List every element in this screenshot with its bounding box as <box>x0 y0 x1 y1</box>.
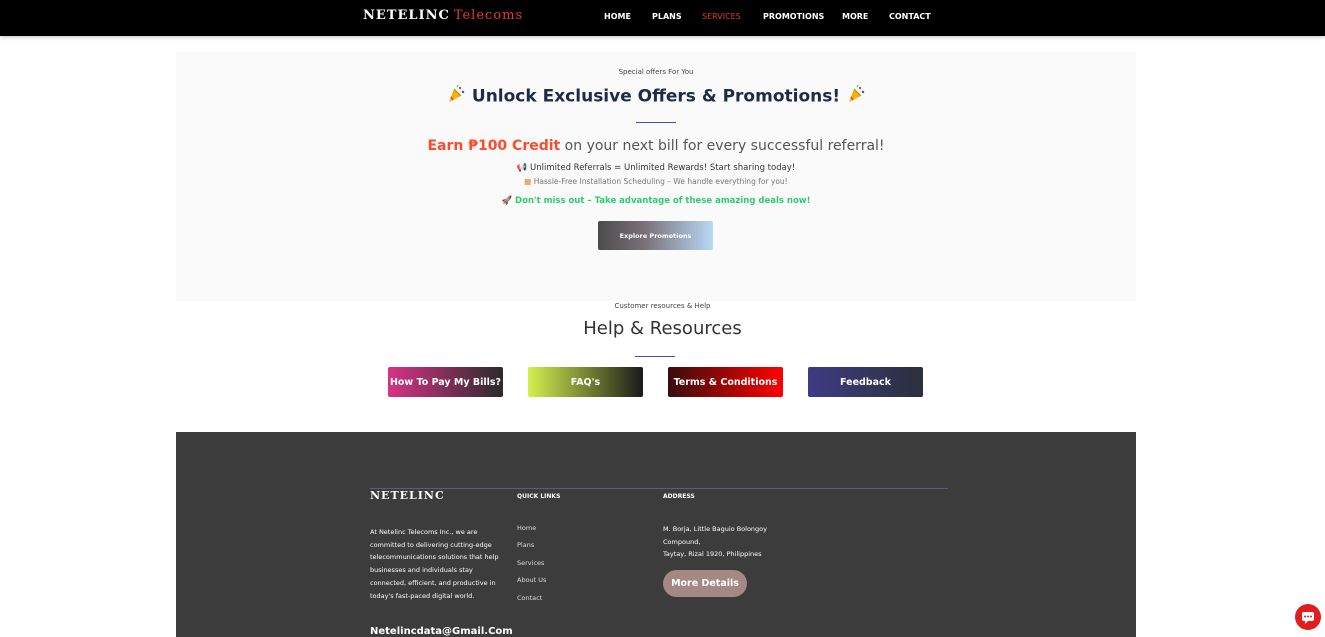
nav-item-promotions[interactable]: PROMOTIONS <box>763 12 824 21</box>
footer-link-about[interactable]: About Us <box>517 576 546 584</box>
footer-divider <box>370 488 948 489</box>
installation-bullet: ▦ Hassle-Free Installation Scheduling – … <box>176 177 1136 186</box>
nav-item-more[interactable]: MORE <box>842 12 868 21</box>
help-divider <box>635 356 675 357</box>
brand-logo[interactable]: NETELINC Telecoms <box>363 8 523 23</box>
address-line: Taytay, Rizal 1920, Philippines <box>663 550 762 559</box>
nav-item-home[interactable]: HOME <box>604 12 631 21</box>
address-line: M. Borja, Little Baguio Bolongoy <box>663 525 767 533</box>
promotions-section: Special offers For You Unlock Exclusive … <box>176 52 1136 301</box>
help-eyebrow: Customer resources & Help <box>614 302 711 310</box>
footer-link-home[interactable]: Home <box>517 524 536 532</box>
referral-bullet-text: Unlimited Referrals = Unlimited Rewards!… <box>530 163 796 173</box>
footer-link-plans[interactable]: Plans <box>517 541 534 549</box>
promo-title: Unlock Exclusive Offers & Promotions! <box>176 84 1136 109</box>
promo-cta-text: 🚀 Don't miss out – Take advantage of the… <box>176 196 1136 206</box>
referral-credit-highlight: Earn ₱100 Credit <box>427 138 561 154</box>
footer-brand: NETELINC <box>370 489 445 502</box>
calendar-icon: ▦ <box>524 177 532 186</box>
faq-button[interactable]: FAQ's <box>528 367 643 397</box>
footer-link-contact[interactable]: Contact <box>517 594 542 602</box>
terms-button[interactable]: Terms & Conditions <box>668 367 783 397</box>
party-popper-icon <box>446 84 466 109</box>
promo-cta-label: Don't miss out – Take advantage of these… <box>515 196 811 206</box>
footer-email[interactable]: Netelincdata@Gmail.Com <box>370 626 513 637</box>
promo-eyebrow: Special offers For You <box>618 68 694 76</box>
chat-button[interactable] <box>1295 604 1321 630</box>
help-title: Help & Resources <box>583 318 742 339</box>
nav-item-services[interactable]: SERVICES <box>702 12 741 21</box>
megaphone-icon: 📢 <box>516 163 528 173</box>
promo-divider <box>636 122 676 123</box>
referral-offer: Earn ₱100 Credit on your next bill for e… <box>176 138 1136 154</box>
footer-address: M. Borja, Little Baguio Bolongoy Compoun… <box>663 523 767 561</box>
brand-accent: Telecoms <box>453 8 524 23</box>
referral-offer-text: on your next bill for every successful r… <box>560 138 885 154</box>
footer-link-services[interactable]: Services <box>517 559 544 567</box>
rocket-icon: 🚀 <box>501 196 513 206</box>
brand-name: NETELINC <box>363 8 450 23</box>
installation-bullet-text: Hassle-Free Installation Scheduling – We… <box>533 177 788 186</box>
footer-about: At Netelinc Telecoms Inc., we are commit… <box>370 528 499 600</box>
top-navbar: NETELINC Telecoms HOME PLANS SERVICES PRO… <box>0 0 1325 36</box>
address-heading: ADDRESS <box>663 493 695 500</box>
feedback-button[interactable]: Feedback <box>808 367 923 397</box>
site-footer: NETELINC At Netelinc Telecoms Inc., we a… <box>176 432 1136 637</box>
chat-icon <box>1295 612 1321 633</box>
nav-item-plans[interactable]: PLANS <box>652 12 682 21</box>
promo-title-text: Unlock Exclusive Offers & Promotions! <box>471 86 841 107</box>
referral-bullet: 📢 Unlimited Referrals = Unlimited Reward… <box>176 163 1136 173</box>
party-popper-icon <box>846 84 866 109</box>
quick-links-heading: QUICK LINKS <box>517 493 561 500</box>
nav-item-contact[interactable]: CONTACT <box>889 12 931 21</box>
how-to-pay-button[interactable]: How To Pay My Bills? <box>388 367 503 397</box>
address-line: Compound, <box>663 537 701 546</box>
more-details-button[interactable]: More Details <box>663 570 747 597</box>
explore-promotions-button[interactable]: Explore Promotions <box>598 221 713 250</box>
